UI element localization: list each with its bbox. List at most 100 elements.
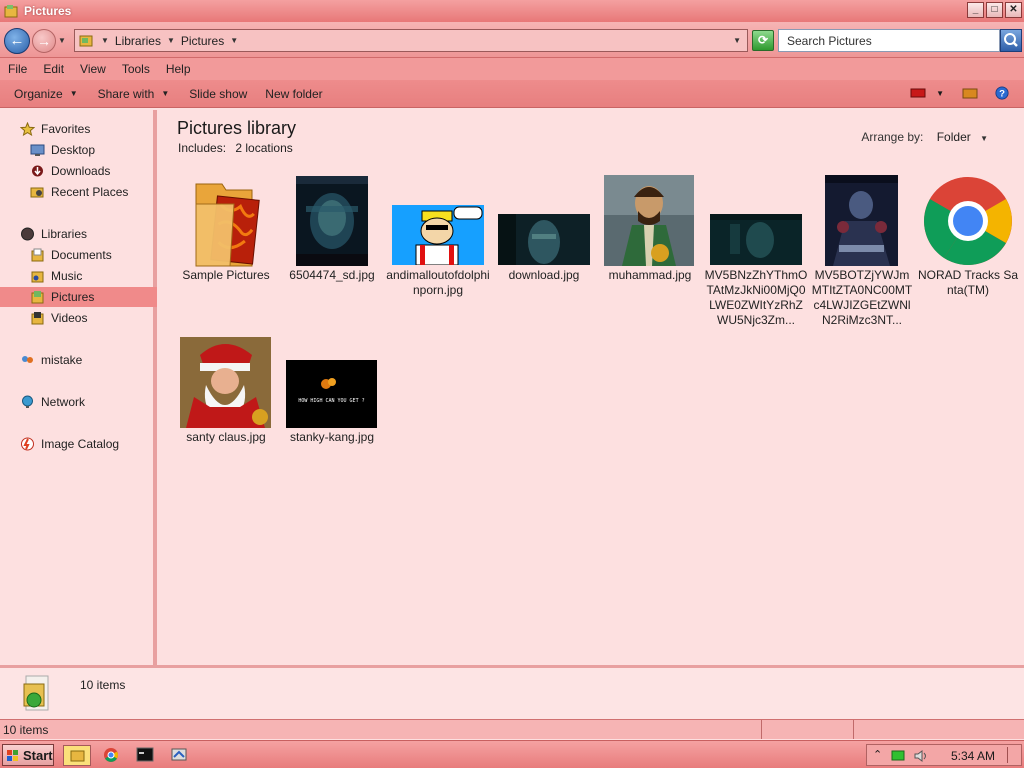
file-name: andimalloutofdolphinporn.jpg	[386, 268, 490, 297]
pictures-folder-icon	[79, 35, 93, 47]
share-with-button[interactable]: Share with ▼	[98, 87, 170, 101]
taskbar-explorer[interactable]	[63, 745, 91, 766]
network-status-icon[interactable]	[891, 749, 905, 762]
menu-edit[interactable]: Edit	[43, 62, 64, 76]
sidebar-item-image-catalog[interactable]: Image Catalog	[20, 434, 119, 454]
menu-bar: File Edit View Tools Help	[0, 58, 1024, 80]
search-button[interactable]	[1000, 29, 1022, 52]
chevron-down-icon[interactable]: ▼	[101, 36, 109, 45]
chevron-down-icon[interactable]: ▼	[167, 36, 175, 45]
pictures-icon	[31, 291, 44, 304]
command-bar: Organize ▼ Share with ▼ Slide show New f…	[0, 80, 1024, 108]
arrange-by-dropdown[interactable]: Folder	[937, 130, 971, 144]
game-screen-thumbnail: HOW HIGH CAN YOU GET ?	[286, 360, 377, 428]
taskbar-command-prompt[interactable]	[132, 745, 160, 766]
file-item-mv5botzj[interactable]: MV5BOTZjYWJmMTItZTA0NC00MTc4LWJIZGEtZWNl…	[810, 172, 914, 332]
minimize-button[interactable]: _	[967, 2, 984, 18]
sidebar-item-downloads[interactable]: Downloads	[30, 161, 110, 181]
details-pane: 10 items	[0, 665, 1024, 719]
file-item-norad-tracks-santa[interactable]: NORAD Tracks Santa(TM)	[916, 172, 1020, 302]
sidebar-item-label: Desktop	[51, 143, 96, 157]
homegroup-icon	[22, 356, 33, 363]
view-controls: ▼ ?	[910, 86, 1010, 100]
start-button[interactable]: Start	[2, 744, 54, 766]
sidebar-item-network[interactable]: Network	[20, 392, 85, 412]
close-button[interactable]: ✕	[1005, 2, 1022, 18]
pictures-folder-icon	[4, 5, 18, 18]
search-placeholder: Search Pictures	[787, 33, 872, 48]
taskbar-chrome[interactable]	[98, 745, 126, 766]
chevron-down-icon: ▼	[161, 89, 170, 98]
file-name: muhammad.jpg	[608, 268, 692, 282]
recent-places-icon	[30, 187, 44, 198]
back-button[interactable]: ←	[4, 28, 30, 54]
forward-button[interactable]: →	[32, 29, 56, 53]
libraries-icon	[21, 227, 34, 241]
taskbar: Start ⌃ 5:34 AM	[0, 740, 1024, 768]
includes-locations-link[interactable]: 2 locations	[235, 141, 292, 155]
menu-view[interactable]: View	[80, 62, 106, 76]
image-catalog-icon	[21, 437, 34, 451]
organize-button[interactable]: Organize ▼	[14, 87, 78, 101]
folder-icon	[70, 750, 85, 762]
sidebar-item-label: Pictures	[51, 290, 95, 304]
chevron-down-icon[interactable]: ▼	[230, 36, 238, 45]
file-item-stanky-kang[interactable]: HOW HIGH CAN YOU GET ? stanky-kang.jpg	[280, 334, 384, 449]
organize-label: Organize	[14, 86, 63, 101]
file-item-sample-pictures[interactable]: Sample Pictures	[174, 172, 278, 287]
thumb-caption: HOW HIGH CAN YOU GET ?	[298, 398, 364, 404]
sidebar-item-label: Videos	[51, 311, 88, 325]
breadcrumb-pictures[interactable]: Pictures	[181, 34, 224, 48]
menu-tools[interactable]: Tools	[122, 62, 150, 76]
sidebar-item-documents[interactable]: Documents	[30, 245, 112, 265]
refresh-button[interactable]: ⟳	[752, 30, 774, 51]
file-item-muhammad[interactable]: muhammad.jpg	[598, 172, 702, 287]
file-item-download[interactable]: download.jpg	[492, 172, 596, 287]
sidebar-item-music[interactable]: Music	[30, 266, 82, 286]
file-name: NORAD Tracks Santa(TM)	[917, 268, 1019, 297]
sidebar-item-libraries[interactable]: Libraries	[20, 224, 87, 244]
sidebar-item-recent-places[interactable]: Recent Places	[30, 182, 128, 202]
taskbar-app[interactable]	[166, 745, 194, 766]
movie-poster-thumbnail	[296, 176, 368, 266]
help-icon[interactable]: ?	[994, 86, 1010, 100]
change-view-icon[interactable]	[910, 86, 926, 100]
sidebar-item-mistake[interactable]: mistake	[20, 350, 82, 370]
slide-show-button[interactable]: Slide show	[189, 87, 247, 101]
menu-help[interactable]: Help	[166, 62, 191, 76]
start-label: Start	[23, 747, 53, 763]
taskbar-clock[interactable]: 5:34 AM	[951, 749, 995, 763]
file-item-6504474-sd[interactable]: 6504474_sd.jpg	[280, 172, 384, 287]
chevron-down-icon[interactable]: ▼	[980, 134, 988, 143]
address-field[interactable]: ▼ Libraries ▼ Pictures ▼ ▼	[74, 29, 748, 52]
file-name: santy claus.jpg	[186, 430, 266, 444]
music-icon	[31, 271, 44, 283]
new-folder-button[interactable]: New folder	[265, 87, 322, 101]
maximize-button[interactable]: □	[986, 2, 1003, 18]
sidebar-item-desktop[interactable]: Desktop	[30, 140, 95, 160]
chrome-icon	[104, 748, 118, 762]
show-desktop-divider	[1007, 747, 1008, 763]
volume-icon[interactable]	[913, 749, 929, 763]
chevron-down-icon: ▼	[69, 89, 78, 98]
breadcrumb-libraries[interactable]: Libraries	[115, 34, 161, 48]
file-item-andimall[interactable]: andimalloutofdolphinporn.jpg	[386, 172, 490, 302]
sidebar-item-pictures[interactable]: Pictures	[0, 287, 157, 307]
file-name: MV5BOTZjYWJmMTItZTA0NC00MTc4LWJIZGEtZWNl…	[811, 268, 913, 327]
window-title: Pictures	[24, 4, 72, 18]
sidebar-item-favorites[interactable]: Favorites	[20, 119, 90, 139]
file-item-mv5bnzzh[interactable]: MV5BNzZhYThmOTAtMzJkNi00MjQ0LWE0ZWItYzRh…	[704, 172, 808, 332]
sidebar-item-videos[interactable]: Videos	[30, 308, 87, 328]
view-dropdown-icon[interactable]: ▼	[936, 89, 944, 98]
search-input[interactable]: Search Pictures	[778, 29, 1000, 52]
address-history-dropdown[interactable]: ▼	[733, 36, 741, 45]
chrome-icon	[924, 177, 1012, 266]
file-item-santy-claus[interactable]: santy claus.jpg	[174, 334, 278, 449]
sidebar-item-label: Recent Places	[51, 185, 129, 199]
painting-thumbnail	[604, 175, 694, 266]
recent-pages-dropdown[interactable]: ▼	[58, 36, 66, 45]
show-hidden-icons[interactable]: ⌃	[873, 748, 882, 761]
menu-file[interactable]: File	[8, 62, 27, 76]
preview-pane-icon[interactable]	[962, 86, 978, 100]
windows-logo-icon	[7, 749, 18, 761]
